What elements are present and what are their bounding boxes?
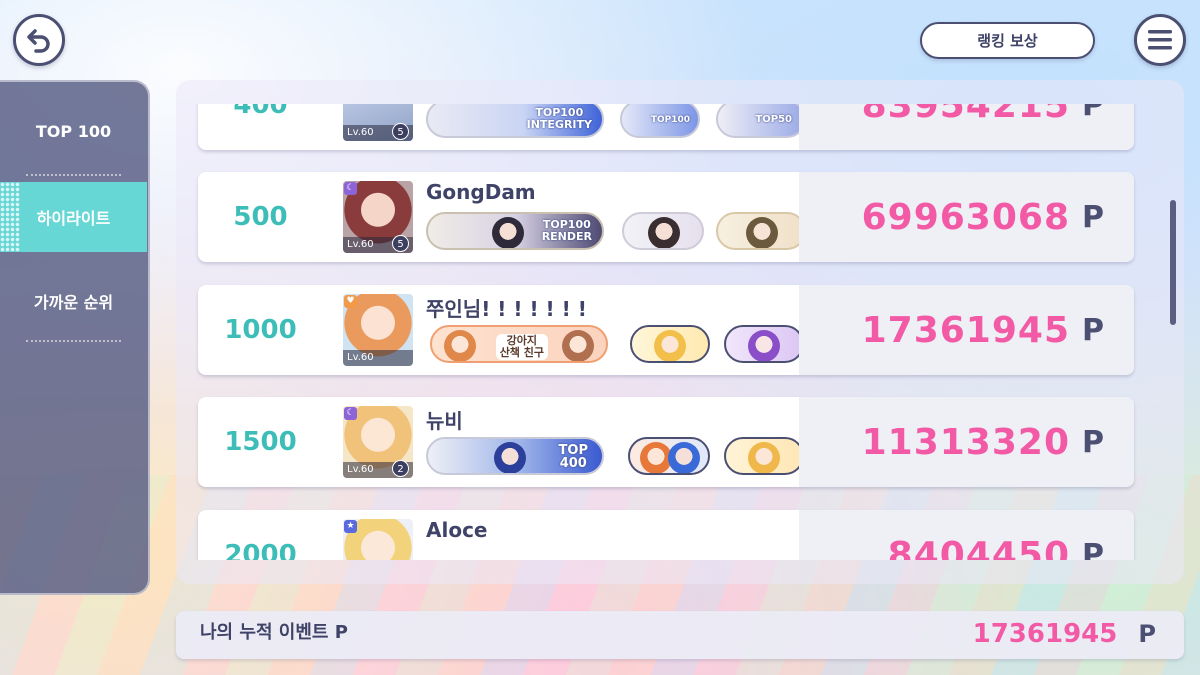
character-chibi-icon [648,217,680,248]
hamburger-menu-icon [1148,30,1172,50]
event-score: 8404450 [887,534,1070,561]
unit-moon-icon: ☾ [344,407,357,420]
sidebar-item-label: 하이라이트 [36,209,111,228]
avatar: ☾ Lv.60 2 [343,406,413,478]
ranking-reward-button[interactable]: 랭킹 보상 [920,22,1095,59]
my-event-points-label: 나의 누적 이벤트 P [200,622,348,643]
honor-title-badge: TOP 400 [426,437,604,475]
honor-title-text: TOP100 INTEGRITY [526,106,592,131]
event-score: 69963068 [861,196,1070,238]
honor-badge [622,212,704,250]
player-name: Aloce [426,518,488,542]
my-event-points-value: 17361945 P [973,611,1156,659]
unit-moon-icon: ☾ [344,182,357,195]
event-score: 11313320 [861,421,1070,463]
score-box: 83954215 P [799,104,1134,150]
point-unit: P [1082,537,1104,561]
ranking-row[interactable]: 1500 ☾ Lv.60 2 뉴비 TOP 400 11313320 P [198,397,1134,487]
point-unit: P [1082,199,1104,235]
point-unit: P [1082,312,1104,348]
avatar: ★ [343,519,413,560]
score-box: 17361945 P [799,285,1134,375]
honor-title-badge: TOP100 RENDER [426,212,604,250]
honor-badge: TOP100 [620,104,700,138]
point-unit: P [1082,104,1104,123]
honor-title-text: TOP100 RENDER [541,218,592,243]
master-rank-badge: 5 [392,123,409,140]
list-scrollbar[interactable] [1170,200,1176,325]
character-chibi-icon [668,442,700,473]
ranking-reward-label: 랭킹 보상 [977,32,1038,50]
back-button[interactable] [13,14,65,66]
honor-title-text: 강아지 산책 친구 [495,334,548,360]
honor-title-text: TOP 400 [558,443,588,471]
rank-number: 400 [233,104,288,120]
ranking-row[interactable]: 2000 ★ Aloce 8404450 P [198,510,1134,560]
ranking-sidebar: TOP 100 하이라이트 가까운 순위 [0,80,150,595]
character-chibi-icon [444,330,476,361]
ranking-row[interactable]: 400 Lv.60 5 TOP100 INTEGRITY TOP100 TOP5… [198,104,1134,150]
sidebar-divider [26,340,121,342]
sidebar-item-top100[interactable]: TOP 100 [0,96,147,166]
unit-star-icon: ★ [344,520,357,533]
honor-badge-text: TOP50 [755,114,792,125]
sidebar-item-label: 가까운 순위 [33,293,114,312]
character-chibi-icon [492,217,524,248]
point-unit: P [1138,620,1156,648]
avatar: Lv.60 5 [343,104,413,141]
score-box: 69963068 P [799,172,1134,262]
player-name: GongDam [426,180,536,204]
character-chibi-icon [748,330,780,361]
avatar: ♥ Lv.60 [343,294,413,366]
rank-number: 500 [233,202,288,232]
master-rank-badge: 5 [392,235,409,252]
honor-badge: TOP50 [716,104,806,138]
ranking-list-viewport: 400 Lv.60 5 TOP100 INTEGRITY TOP100 TOP5… [176,104,1184,560]
my-event-points-number: 17361945 [972,619,1118,649]
sidebar-item-highlight[interactable]: 하이라이트 [0,182,147,252]
avatar: ☾ Lv.60 5 [343,181,413,253]
character-chibi-icon [748,442,780,473]
sidebar-divider [26,174,121,176]
honor-title-badge: TOP100 INTEGRITY [426,104,604,138]
score-box: 11313320 P [799,397,1134,487]
honor-badge [630,325,710,363]
menu-button[interactable] [1134,14,1186,66]
back-arrow-icon [27,29,50,53]
unit-heart-icon: ♥ [344,295,357,308]
character-chibi-icon [746,217,778,248]
ranking-row[interactable]: 1000 ♥ Lv.60 쭈인님! ! ! ! ! ! ! 강아지 산책 친구 … [198,285,1134,375]
honor-badge [724,325,804,363]
rank-number: 2000 [224,540,297,560]
score-box: 8404450 P [799,510,1134,560]
honor-badge [628,437,710,475]
honor-badge-text: TOP100 [650,115,690,125]
sidebar-item-nearby-rank[interactable]: 가까운 순위 [0,266,147,336]
character-chibi-icon [562,330,594,361]
player-name: 뉴비 [426,409,463,433]
character-chibi-icon [654,330,686,361]
event-score: 17361945 [861,309,1070,351]
sidebar-item-label: TOP 100 [35,121,112,141]
rank-number: 1500 [224,427,297,457]
rank-number: 1000 [224,315,297,345]
honor-badge [716,212,806,250]
character-chibi-icon [494,442,526,473]
player-name: 쭈인님! ! ! ! ! ! ! [426,297,587,321]
honor-title-badge: 강아지 산책 친구 [430,325,608,363]
event-score: 83954215 [861,104,1070,126]
ranking-list[interactable]: 400 Lv.60 5 TOP100 INTEGRITY TOP100 TOP5… [176,80,1184,584]
ranking-row[interactable]: 500 ☾ Lv.60 5 GongDam TOP100 RENDER 6996… [198,172,1134,262]
honor-badge [724,437,804,475]
point-unit: P [1082,424,1104,460]
level-label: Lv.60 [343,350,413,366]
my-event-points-bar: 나의 누적 이벤트 P 17361945 P [176,611,1184,659]
master-rank-badge: 2 [392,460,409,477]
